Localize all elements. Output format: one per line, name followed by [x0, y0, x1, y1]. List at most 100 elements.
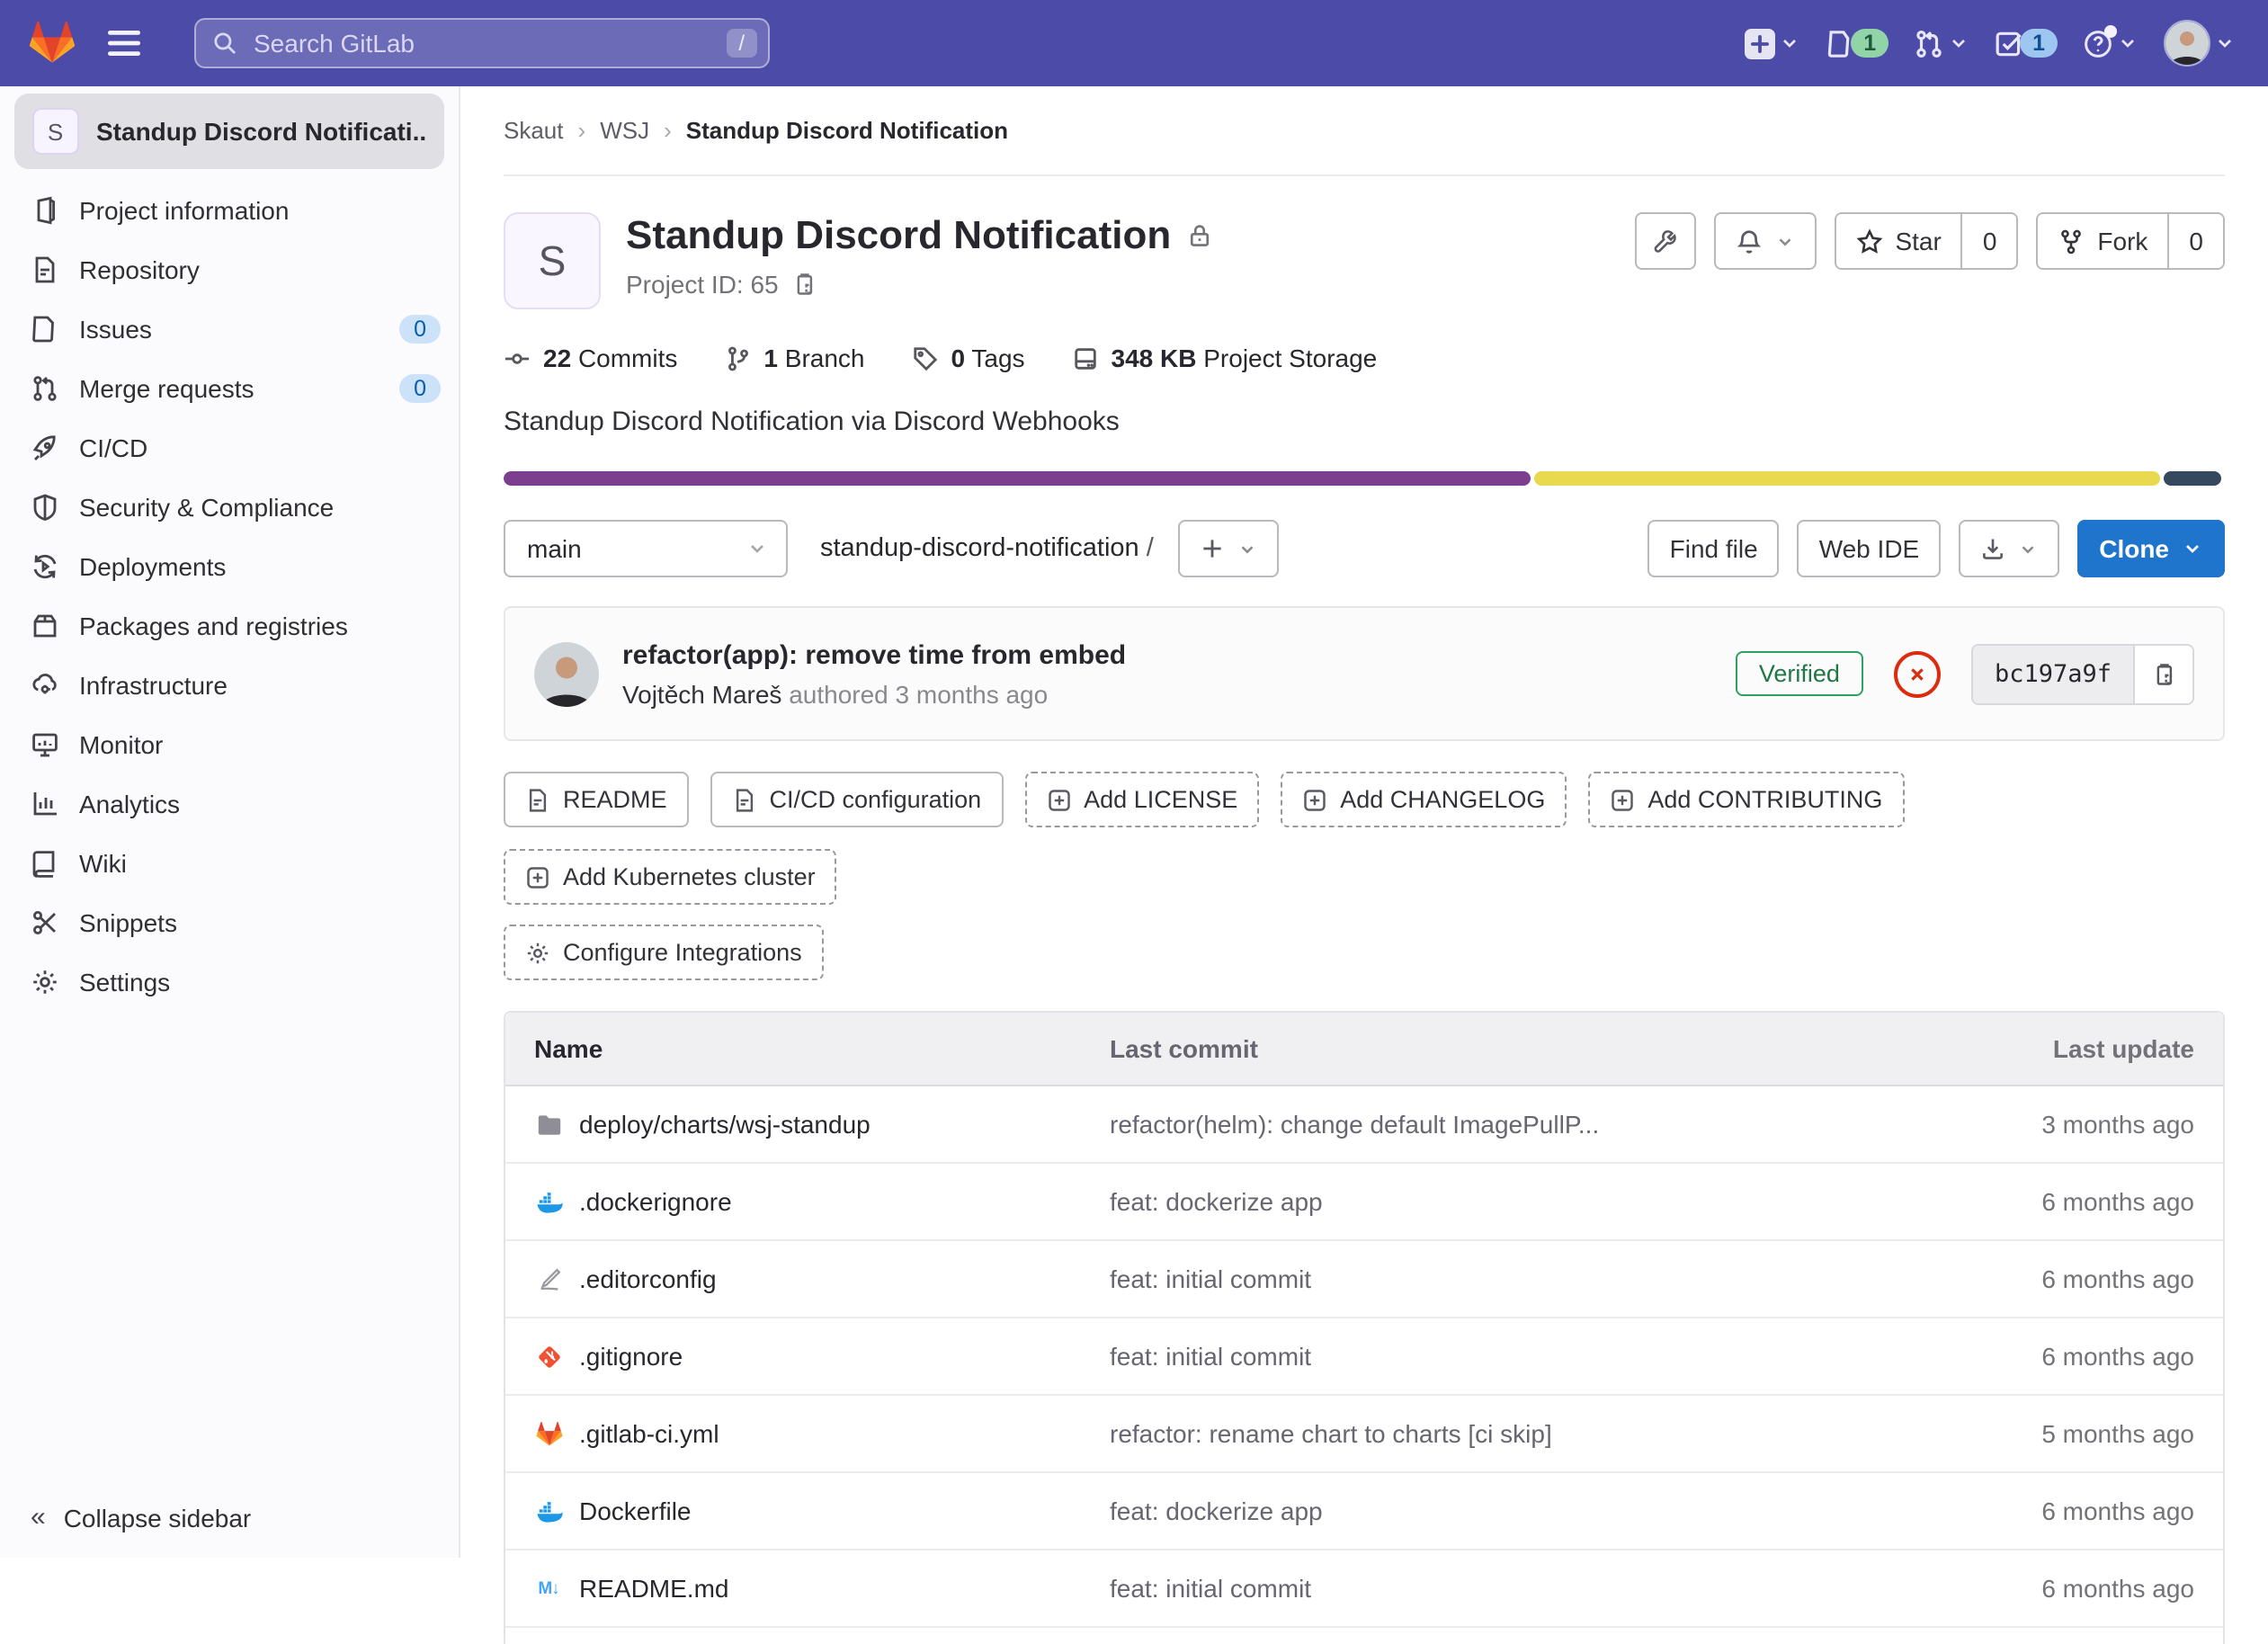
tags-stat[interactable]: 0 Tags [912, 344, 1025, 372]
copy-sha-button[interactable] [2133, 645, 2192, 702]
help-menu-button[interactable] [2079, 22, 2142, 64]
file-name-link[interactable]: .gitlab-ci.yml [579, 1419, 719, 1448]
user-menu-button[interactable] [2160, 14, 2239, 72]
file-name-link[interactable]: .gitignore [579, 1342, 683, 1371]
fork-button[interactable]: Fork [2038, 214, 2167, 268]
commit-message-link[interactable]: feat: initial commit [1110, 1264, 1311, 1293]
notifications-bell-button[interactable] [1713, 212, 1816, 270]
file-name-link[interactable]: deploy/charts/wsj-standup [579, 1110, 871, 1139]
star-count[interactable]: 0 [1961, 214, 2017, 268]
sidebar-item-settings[interactable]: Settings [0, 952, 459, 1011]
sidebar-item-snippets[interactable]: Snippets [0, 892, 459, 952]
add-file-dropdown-button[interactable] [1179, 520, 1280, 577]
copy-project-id-button[interactable] [791, 272, 817, 297]
sidebar-item-label: Analytics [79, 789, 180, 818]
add-changelog-button[interactable]: Add CHANGELOG [1281, 772, 1567, 827]
star-button[interactable]: Star [1835, 214, 1960, 268]
web-ide-button[interactable]: Web IDE [1798, 520, 1942, 577]
table-row: .dockerignore feat: dockerize app 6 mont… [505, 1164, 2223, 1241]
clone-button[interactable]: Clone [2077, 520, 2225, 577]
download-button[interactable] [1959, 520, 2059, 577]
sidebar-item-deployments[interactable]: Deployments [0, 536, 459, 595]
sidebar-item-repository[interactable]: Repository [0, 239, 459, 299]
file-name-link[interactable]: .dockerignore [579, 1187, 732, 1216]
repo-path[interactable]: standup-discord-notification [820, 534, 1154, 563]
fork-count[interactable]: 0 [2167, 214, 2223, 268]
add-contributing-button[interactable]: Add CONTRIBUTING [1588, 772, 1904, 827]
sidebar-item-analytics[interactable]: Analytics [0, 773, 459, 833]
project-id-label: Project ID: 65 [626, 270, 779, 299]
global-search[interactable]: / [194, 18, 770, 68]
project-avatar-small: S [32, 108, 78, 155]
sidebar-item-project-information[interactable]: Project information [0, 180, 459, 239]
issues-nav-button[interactable]: 1 [1822, 22, 1892, 64]
hamburger-menu-icon[interactable] [101, 23, 147, 63]
gitlab-logo-icon[interactable] [29, 20, 76, 67]
todos-nav-button[interactable]: 1 [1991, 22, 2061, 64]
docker-icon [534, 1187, 563, 1216]
sidebar-item-label: Project information [79, 195, 289, 224]
commit-message-link[interactable]: refactor(helm): change default ImagePull… [1110, 1110, 1599, 1139]
collapse-sidebar-button[interactable]: Collapse sidebar [31, 1502, 251, 1532]
file-name-link[interactable]: README.md [579, 1574, 728, 1603]
add-kubernetes-cluster-button[interactable]: Add Kubernetes cluster [504, 849, 837, 905]
sidebar-item-security-compliance[interactable]: Security & Compliance [0, 477, 459, 536]
fork-button-group[interactable]: Fork 0 [2036, 212, 2225, 270]
sidebar-item-cicd[interactable]: CI/CD [0, 417, 459, 477]
commit-message-link[interactable]: refactor: rename chart to charts [ci ski… [1110, 1419, 1552, 1448]
sidebar-item-issues[interactable]: Issues 0 [0, 299, 459, 358]
cicd-configuration-button[interactable]: CI/CD configuration [710, 772, 1004, 827]
table-row: README.md feat: initial commit 6 months … [505, 1550, 2223, 1628]
sidebar-item-packages-registries[interactable]: Packages and registries [0, 595, 459, 655]
notification-dot [2104, 24, 2117, 37]
commit-author-link[interactable]: Vojtěch Mareš [622, 679, 781, 708]
last-update: 3 months ago [1935, 1110, 2223, 1139]
star-button-group[interactable]: Star 0 [1834, 212, 2018, 270]
breadcrumb: Skaut WSJ Standup Discord Notification [504, 86, 2225, 176]
commit-message-link[interactable]: feat: dockerize app [1110, 1187, 1323, 1216]
commits-stat[interactable]: 22 Commits [504, 344, 677, 372]
branches-stat[interactable]: 1 Branch [724, 344, 864, 372]
verified-badge[interactable]: Verified [1736, 651, 1863, 696]
issues-count-badge: 1 [1851, 29, 1889, 58]
commit-message-link[interactable]: feat: initial commit [1110, 1574, 1311, 1603]
file-name-link[interactable]: Dockerfile [579, 1497, 692, 1525]
branch-icon [724, 344, 751, 371]
add-license-button[interactable]: Add LICENSE [1024, 772, 1259, 827]
readme-button[interactable]: README [504, 772, 689, 827]
branch-selector[interactable]: main [504, 520, 788, 577]
quick-actions-row-1: README CI/CD configuration Add LICENSE [504, 772, 2225, 905]
search-input[interactable] [250, 27, 713, 59]
commit-message-link[interactable]: feat: initial commit [1110, 1342, 1311, 1371]
project-avatar: S [504, 212, 601, 309]
pipeline-failed-icon[interactable] [1894, 650, 1941, 697]
add-changelog-label: Add CHANGELOG [1340, 786, 1545, 813]
merge-request-icon [1914, 28, 1944, 58]
commit-title-link[interactable]: refactor(app): remove time from embed [622, 639, 1126, 670]
breadcrumb-subgroup[interactable]: WSJ [600, 117, 649, 144]
sidebar-item-merge-requests[interactable]: Merge requests 0 [0, 358, 459, 417]
project-settings-wrench-button[interactable] [1634, 212, 1695, 270]
breadcrumb-group[interactable]: Skaut [504, 117, 564, 144]
sidebar-item-infrastructure[interactable]: Infrastructure [0, 655, 459, 714]
new-menu-button[interactable] [1741, 22, 1804, 64]
file-icon [732, 787, 757, 812]
commit-authored-time: authored 3 months ago [789, 679, 1048, 708]
commit-message-link[interactable]: feat: dockerize app [1110, 1497, 1323, 1525]
sidebar-project-title: Standup Discord Notificati... [96, 117, 426, 146]
file-name-link[interactable]: .editorconfig [579, 1264, 717, 1293]
find-file-button[interactable]: Find file [1648, 520, 1780, 577]
monitor-icon [31, 729, 59, 758]
plus-square-icon [525, 864, 550, 889]
storage-stat[interactable]: 348 KB Project Storage [1072, 344, 1378, 372]
chevron-down-icon [2117, 32, 2139, 54]
sidebar-item-monitor[interactable]: Monitor [0, 714, 459, 773]
column-header-last-update: Last update [1935, 1034, 2223, 1063]
commit-author-avatar[interactable] [534, 641, 599, 706]
last-update: 5 months ago [1935, 1419, 2223, 1448]
sidebar-project-context[interactable]: S Standup Discord Notificati... [14, 94, 444, 169]
stat-value: 348 KB [1112, 344, 1197, 372]
merge-requests-nav-button[interactable] [1910, 22, 1973, 64]
sidebar-item-wiki[interactable]: Wiki [0, 833, 459, 892]
configure-integrations-button[interactable]: Configure Integrations [504, 925, 824, 980]
